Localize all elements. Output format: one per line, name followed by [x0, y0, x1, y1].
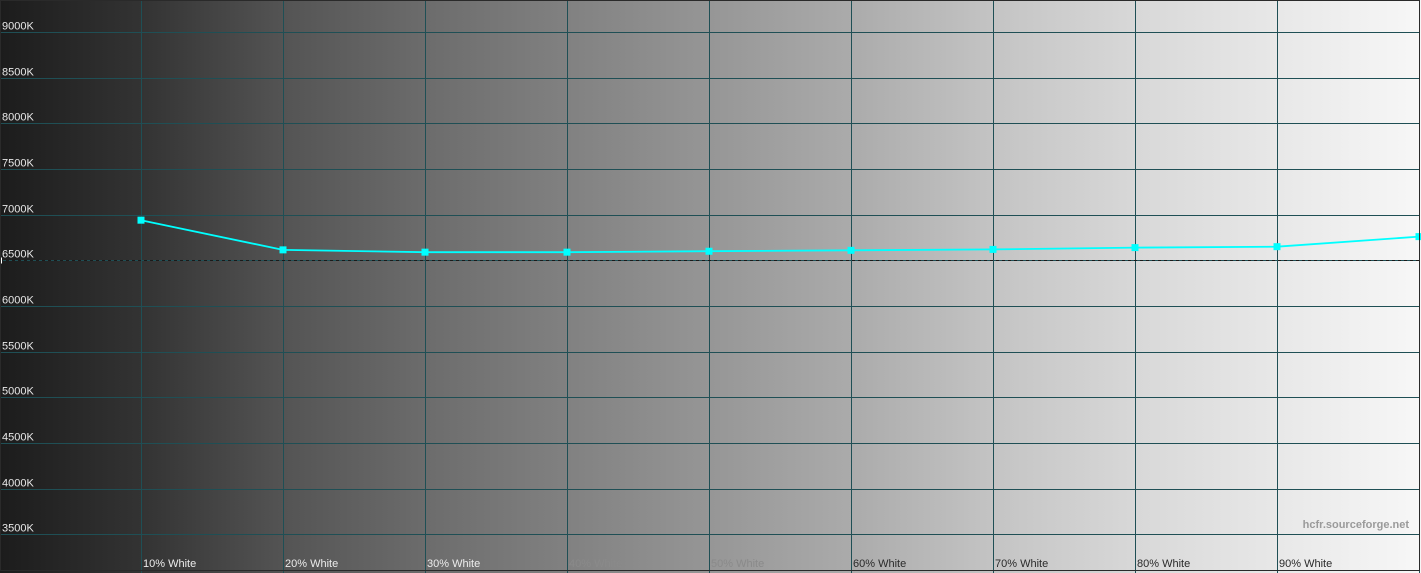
- x-tick-label: 30% White: [427, 558, 480, 570]
- cct-chart: 9000K 8500K 8000K 7500K 7000K 6500K 6000K 5500K…: [0, 0, 1421, 573]
- y-tick-label: 8500K: [2, 67, 34, 79]
- data-point: [137, 216, 145, 224]
- y-tick-label: 4000K: [2, 478, 34, 490]
- y-tick-label: 6000K: [2, 295, 34, 307]
- data-point: [1273, 243, 1281, 251]
- x-tick-label: 60% White: [853, 558, 906, 570]
- x-tick-label: 10% White: [143, 558, 196, 570]
- y-tick-label: 3500K: [2, 523, 34, 535]
- data-point: [421, 248, 429, 256]
- x-tick-label: 90% White: [1279, 558, 1332, 570]
- data-point: [1131, 244, 1139, 252]
- y-tick-label: 4500K: [2, 432, 34, 444]
- data-point: [563, 248, 571, 256]
- watermark-text: hcfr.sourceforge.net: [1303, 519, 1410, 531]
- x-tick-label: 20% White: [285, 558, 338, 570]
- x-tick-label: 70% White: [995, 558, 1048, 570]
- y-tick-label: 7000K: [2, 204, 34, 216]
- x-axis-labels: 10% White 20% White 30% White 40% White 50% …: [143, 558, 1332, 570]
- data-point: [847, 246, 855, 254]
- y-tick-label: 5000K: [2, 386, 34, 398]
- y-tick-label: 9000K: [2, 21, 34, 33]
- x-tick-label: 40% White: [569, 558, 622, 570]
- plot-background: [0, 0, 1421, 573]
- y-tick-label: 7500K: [2, 158, 34, 170]
- data-point: [989, 245, 997, 253]
- data-point: [1415, 233, 1421, 241]
- x-tick-label: 80% White: [1137, 558, 1190, 570]
- y-tick-label: 6500K: [2, 249, 34, 261]
- data-point: [279, 246, 287, 254]
- x-tick-label: 50% White: [711, 558, 764, 570]
- data-point: [705, 247, 713, 255]
- y-tick-label: 8000K: [2, 112, 34, 124]
- y-tick-label: 5500K: [2, 341, 34, 353]
